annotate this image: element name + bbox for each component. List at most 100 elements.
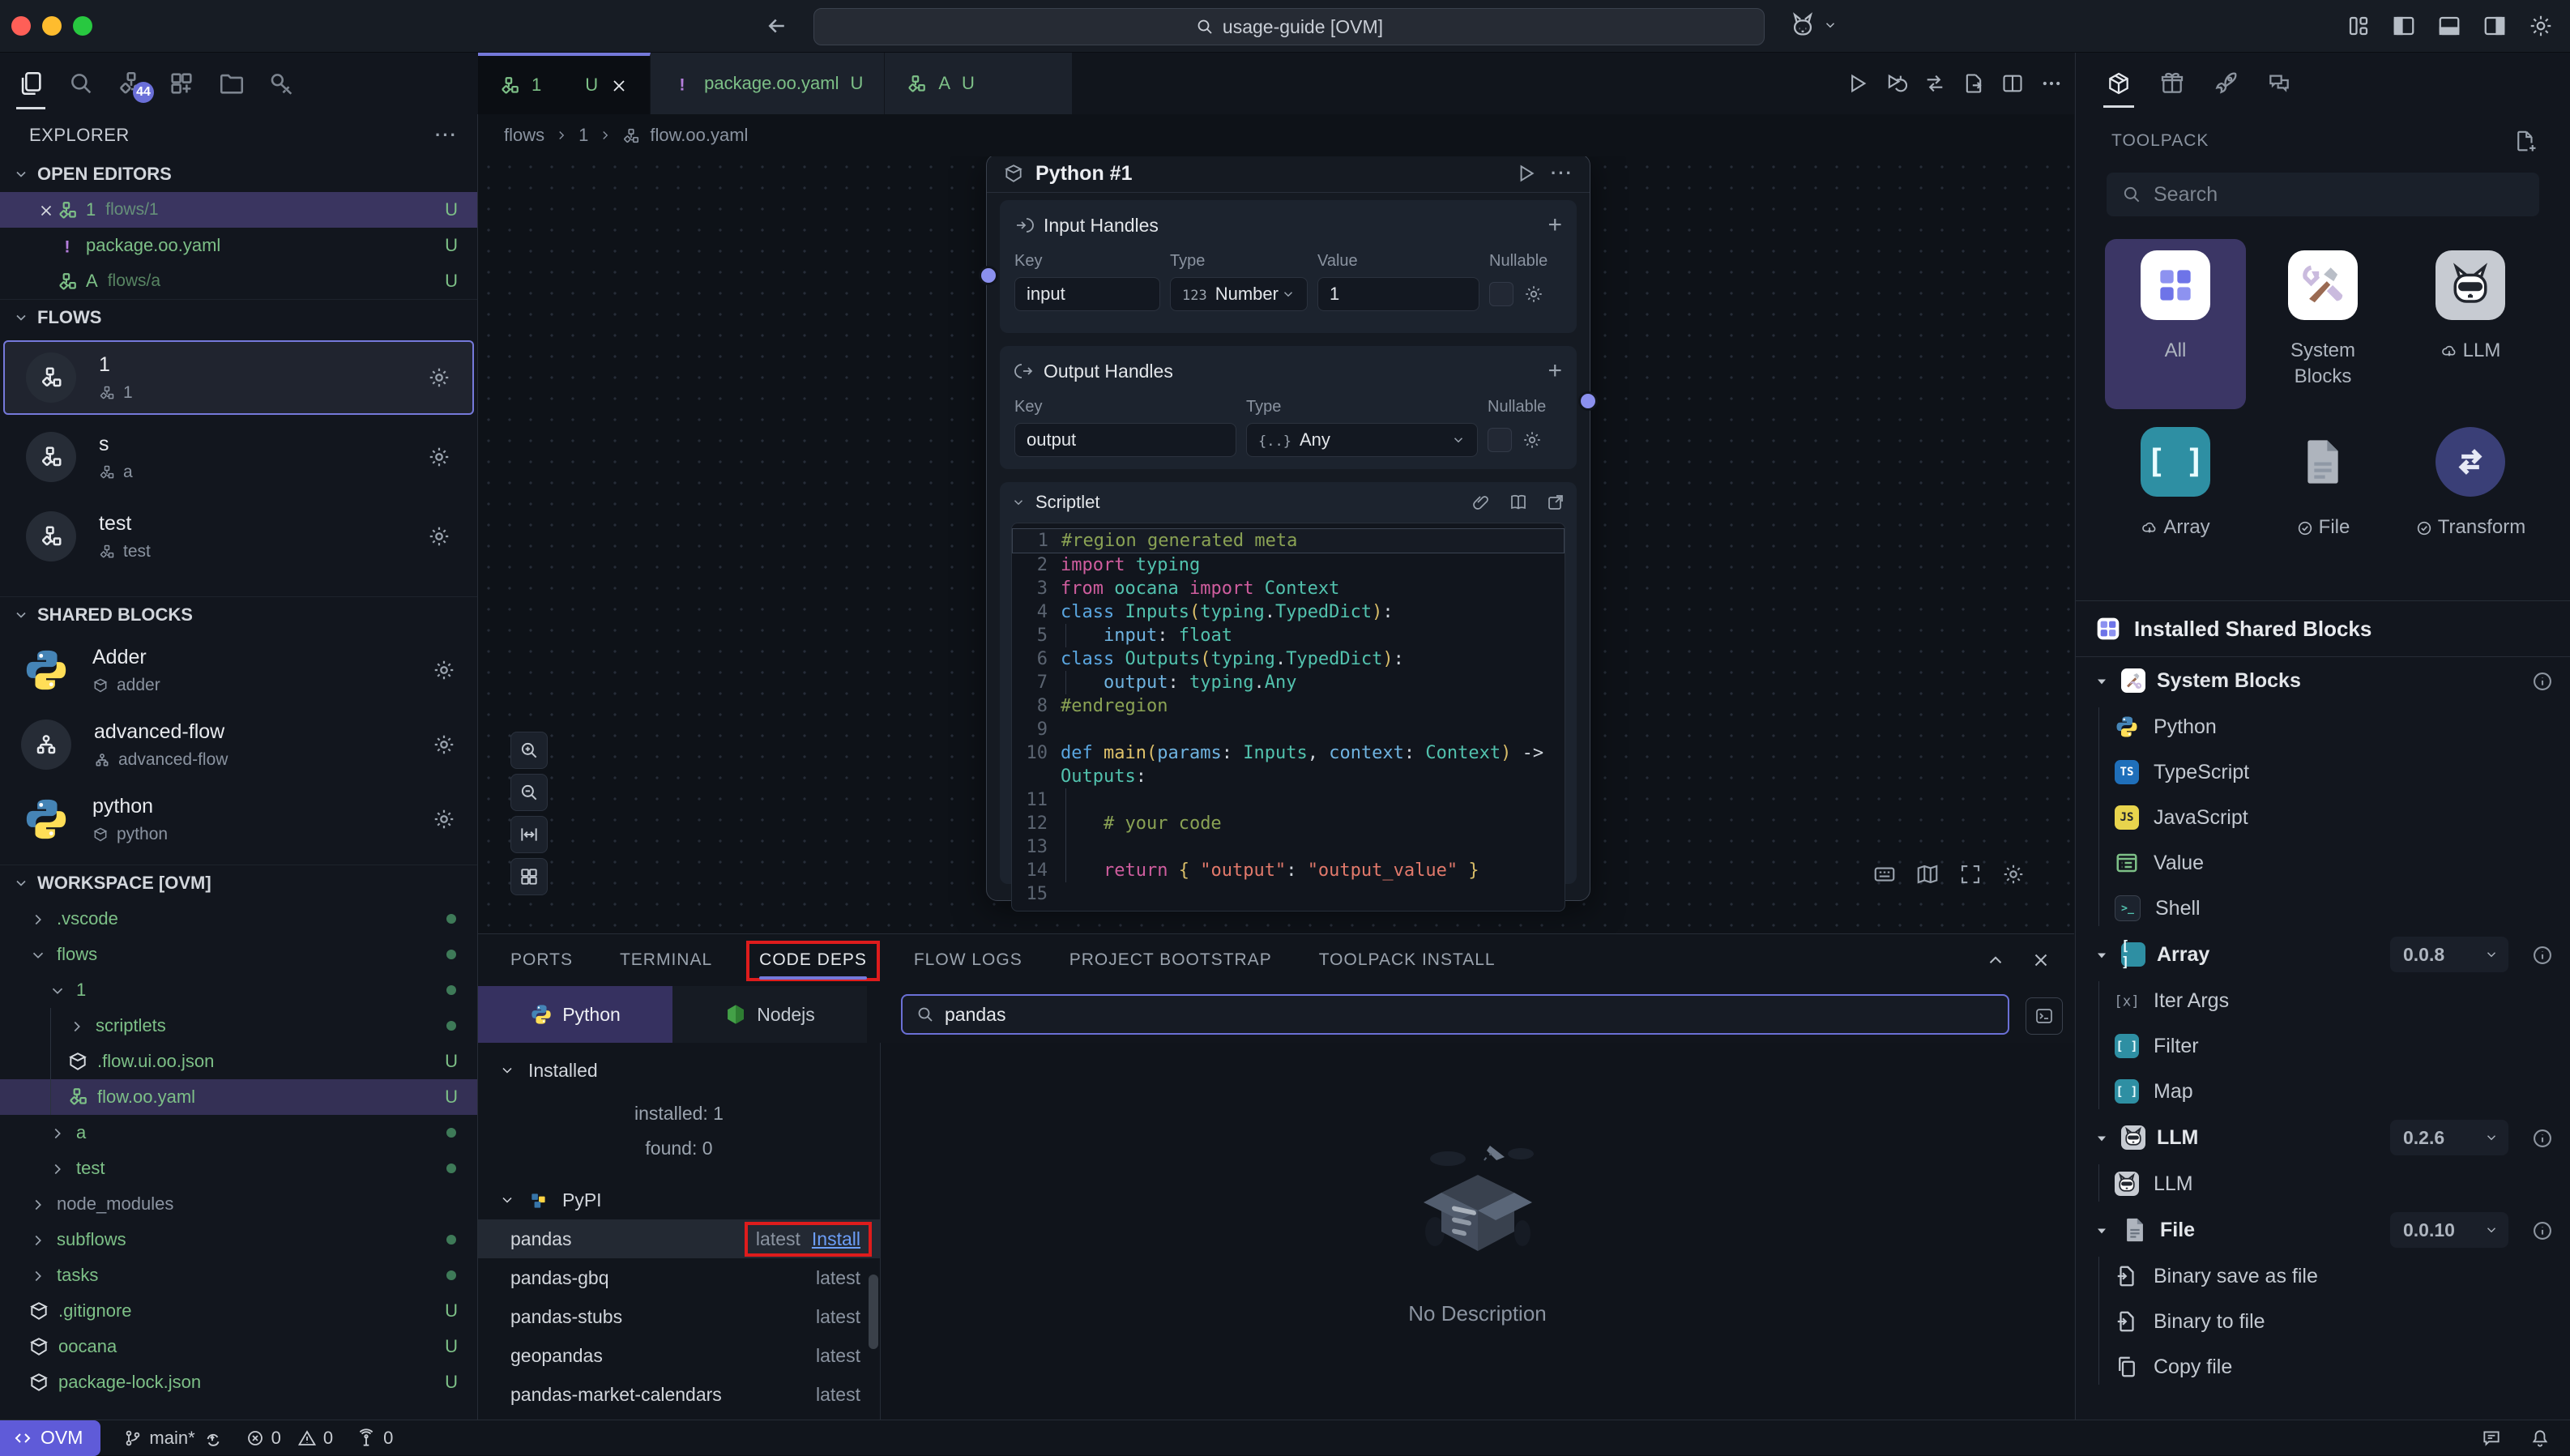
output-type-select[interactable]: {..}Any (1246, 423, 1478, 457)
run-flow-icon[interactable] (1846, 72, 1868, 95)
minimap-toggle-icon[interactable] (1868, 857, 1902, 891)
list-scrollbar[interactable] (869, 1275, 878, 1349)
explorer-more-icon[interactable]: ··· (435, 125, 458, 146)
attach-icon[interactable] (1471, 493, 1491, 512)
package-row[interactable]: pandas-stubs latest (478, 1297, 880, 1336)
block-item-binary-save-as-file[interactable]: Binary save as file (2103, 1253, 2570, 1299)
version-select[interactable]: 0.0.8 (2390, 937, 2508, 972)
export-icon[interactable] (1962, 72, 1985, 95)
toggle-right-sidebar-icon[interactable] (2482, 14, 2507, 38)
install-link[interactable]: Install (812, 1228, 860, 1250)
block-item-filter[interactable]: [ ] Filter (2103, 1023, 2570, 1069)
flow-settings-gear-icon[interactable] (427, 365, 451, 390)
back-icon[interactable] (765, 14, 789, 38)
customize-layout-icon[interactable] (2346, 14, 2371, 38)
block-item-iter-args[interactable]: [x] Iter Args (2103, 978, 2570, 1023)
pypi-section-header[interactable]: PyPI (478, 1181, 880, 1219)
feedback-icon[interactable] (2481, 1428, 2502, 1449)
canvas-settings-gear-icon[interactable] (1996, 857, 2030, 891)
package-row[interactable]: pandas latest Install (478, 1219, 880, 1258)
editor-tab-package.oo.yaml[interactable]: ! package.oo.yaml U (651, 53, 885, 114)
tab-toolpack[interactable] (2103, 59, 2134, 108)
flows-section-header[interactable]: FLOWS (0, 299, 477, 335)
rerun-flow-icon[interactable] (1885, 72, 1907, 95)
settings-gear-icon[interactable] (2528, 13, 2554, 39)
block-item-typescript[interactable]: TS TypeScript (2103, 749, 2570, 795)
zoom-out-button[interactable] (510, 774, 548, 811)
node-more-icon[interactable]: ··· (1551, 163, 1573, 184)
shared-block-card[interactable]: advanced-flow advanced-flow (0, 707, 477, 782)
open-editor-item[interactable]: A flows/a U (0, 263, 477, 299)
tab-chat[interactable] (2264, 59, 2295, 108)
block-item-llm[interactable]: LLM (2103, 1161, 2570, 1206)
breadcrumb[interactable]: flows 1 flow.oo.yaml (478, 114, 2074, 156)
panel-tab-flow-logs[interactable]: FLOW LOGS (914, 934, 1022, 986)
version-select[interactable]: 0.0.10 (2390, 1212, 2508, 1248)
block-settings-gear-icon[interactable] (432, 658, 456, 682)
flow-card[interactable]: 1 1 (3, 340, 474, 415)
zoom-in-button[interactable] (510, 732, 548, 769)
input-type-select[interactable]: 123Number (1170, 277, 1308, 311)
flow-settings-gear-icon[interactable] (427, 445, 451, 469)
block-settings-gear-icon[interactable] (432, 732, 456, 757)
remote-indicator[interactable]: OVM (0, 1420, 100, 1456)
tree-item-a[interactable]: a (0, 1115, 477, 1151)
fullscreen-icon[interactable] (1953, 857, 1987, 891)
workspace-section-header[interactable]: WORKSPACE [OVM] (0, 865, 477, 901)
open-editor-item[interactable]: 1 flows/1 U (0, 192, 477, 228)
activity-global-search[interactable] (65, 62, 97, 105)
output-nullable-checkbox[interactable] (1488, 428, 1512, 452)
tree-item-.vscode[interactable]: .vscode (0, 901, 477, 937)
input-connector-handle[interactable] (979, 266, 998, 285)
block-item-shell[interactable]: >_ Shell (2103, 886, 2570, 931)
activity-files-explorer[interactable] (15, 62, 47, 105)
new-toolpack-icon[interactable] (2513, 129, 2538, 153)
flow-canvas[interactable]: Python #1 ··· Input Handles + Key Type V… (478, 156, 2074, 933)
tree-item-1[interactable]: 1 (0, 972, 477, 1008)
compare-icon[interactable] (1923, 72, 1946, 95)
input-value-field[interactable]: 1 (1317, 277, 1479, 311)
version-select[interactable]: 0.2.6 (2390, 1120, 2508, 1155)
input-settings-gear-icon[interactable] (1523, 284, 1544, 305)
breadcrumb-item[interactable]: flows (504, 125, 544, 146)
input-nullable-checkbox[interactable] (1489, 282, 1513, 306)
toolpack-category-llm[interactable]: LLM (2400, 239, 2541, 409)
close-icon[interactable] (37, 199, 57, 220)
notifications-bell-icon[interactable] (2529, 1428, 2551, 1449)
tree-item-flow.oo.yaml[interactable]: flow.oo.yaml U (0, 1079, 477, 1115)
tree-item-tasks[interactable]: tasks (0, 1257, 477, 1293)
run-node-icon[interactable] (1515, 163, 1536, 184)
shared-block-card[interactable]: Adder adder (0, 633, 477, 707)
panel-tab-toolpack-install[interactable]: TOOLPACK INSTALL (1319, 934, 1496, 986)
editor-tab-1[interactable]: 1 U (478, 53, 651, 114)
info-icon[interactable] (2531, 942, 2554, 966)
lang-tab-python[interactable]: Python (478, 986, 672, 1043)
package-row[interactable]: pandas-gbq latest (478, 1258, 880, 1297)
open-editors-header[interactable]: OPEN EDITORS (0, 156, 477, 192)
minimize-window-button[interactable] (42, 16, 62, 36)
output-settings-gear-icon[interactable] (1522, 429, 1543, 450)
close-window-button[interactable] (11, 16, 31, 36)
split-editor-icon[interactable] (2001, 72, 2024, 95)
assistant-menu[interactable] (1789, 11, 1838, 39)
info-icon[interactable] (2531, 1218, 2554, 1241)
manual-install-button[interactable] (2026, 997, 2063, 1035)
tab-store[interactable] (2157, 59, 2188, 108)
breadcrumb-item[interactable]: 1 (578, 125, 588, 146)
input-key-field[interactable]: input (1014, 277, 1160, 311)
toolpack-category-system-blocks[interactable]: System Blocks (2252, 239, 2393, 409)
python-node[interactable]: Python #1 ··· Input Handles + Key Type V… (986, 156, 1590, 901)
installed-section-header[interactable]: Installed (478, 1051, 880, 1090)
activity-projects-view[interactable] (216, 62, 248, 105)
toolpack-category-file[interactable]: File (2252, 416, 2393, 586)
breadcrumb-file[interactable]: flow.oo.yaml (650, 125, 748, 146)
toolpack-category-array[interactable]: [ ] Array (2105, 416, 2246, 586)
dependency-search-input[interactable]: pandas (901, 994, 2009, 1035)
block-item-value[interactable]: Value (2103, 840, 2570, 886)
shared-blocks-section-header[interactable]: SHARED BLOCKS (0, 596, 477, 633)
tree-item-flows[interactable]: flows (0, 937, 477, 972)
tree-item-.gitignore[interactable]: .gitignore U (0, 1293, 477, 1329)
open-editor-item[interactable]: ! package.oo.yaml U (0, 228, 477, 263)
toolpack-category-all[interactable]: All (2105, 239, 2246, 409)
tree-item-subflows[interactable]: subflows (0, 1222, 477, 1257)
